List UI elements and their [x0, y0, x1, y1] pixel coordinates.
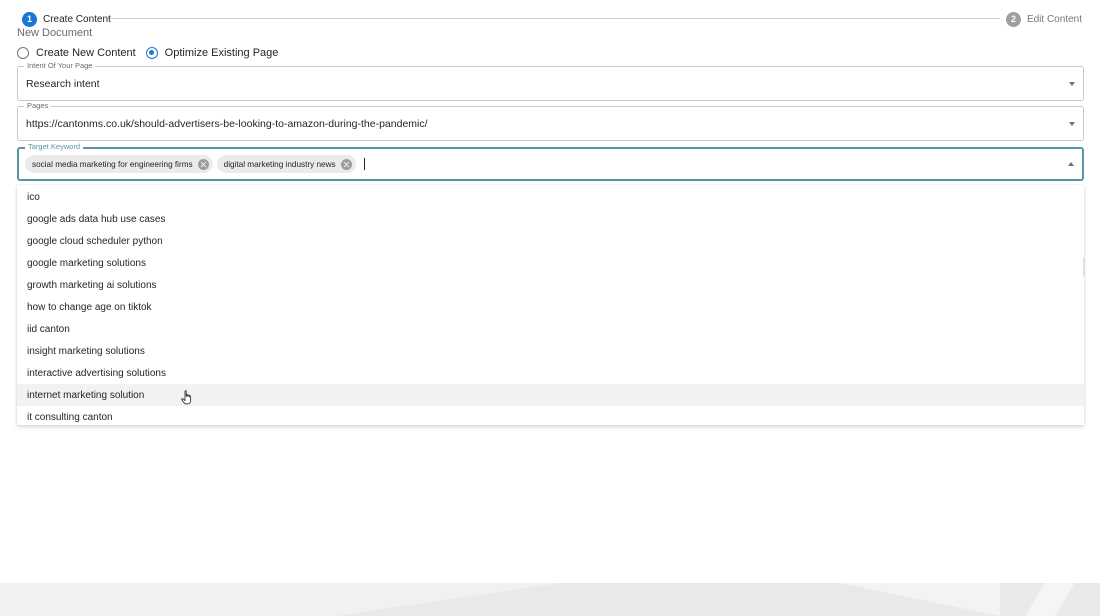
- intent-value: Research intent: [26, 77, 100, 90]
- keyword-chip[interactable]: digital marketing industry news: [216, 155, 356, 173]
- keyword-option[interactable]: google cloud scheduler python: [17, 230, 1084, 252]
- keyword-option[interactable]: ico: [17, 186, 1084, 208]
- cancel-circle-icon[interactable]: [197, 158, 209, 170]
- step-create-content[interactable]: 1 Create Content: [22, 11, 111, 27]
- keyword-option[interactable]: how to change age on tiktok: [17, 296, 1084, 318]
- caret-down-icon[interactable]: [1069, 121, 1075, 126]
- keyword-chip[interactable]: social media marketing for engineering f…: [25, 155, 213, 173]
- step-edit-content[interactable]: 2 Edit Content: [1005, 11, 1082, 27]
- radio-unchecked-icon[interactable]: [17, 47, 29, 59]
- keyword-option[interactable]: google marketing solutions: [17, 252, 1084, 274]
- pages-select[interactable]: Pages https://cantonms.co.uk/should-adve…: [17, 101, 1084, 141]
- radio-label: Create New Content: [36, 47, 136, 59]
- radio-label: Optimize Existing Page: [164, 47, 279, 59]
- background-shape: [0, 583, 560, 616]
- chip-label: social media marketing for engineering f…: [32, 159, 193, 169]
- background-shape: [840, 583, 1000, 616]
- keyword-options-listbox: ico google ads data hub use cases google…: [17, 185, 1084, 425]
- create-content-panel: 1 Create Content 2 Edit Content New Docu…: [0, 0, 1100, 583]
- page-scrollbar[interactable]: [1083, 258, 1085, 276]
- keyword-option[interactable]: interactive advertising solutions: [17, 362, 1084, 384]
- radio-optimize-existing-page[interactable]: Optimize Existing Page: [145, 47, 279, 59]
- keyword-option[interactable]: insight marketing solutions: [17, 340, 1084, 362]
- background-strip: [0, 583, 1100, 616]
- stepper: 1 Create Content 2 Edit Content: [22, 11, 1082, 27]
- keyword-option[interactable]: it consulting canton: [17, 406, 1084, 425]
- step-number-badge: 1: [22, 11, 37, 27]
- keyword-option[interactable]: growth marketing ai solutions: [17, 274, 1084, 296]
- target-keyword-autocomplete[interactable]: Target Keyword social media marketing fo…: [17, 142, 1084, 181]
- cancel-circle-icon[interactable]: [340, 158, 352, 170]
- stepper-connector: [108, 18, 1000, 19]
- radio-checked-icon[interactable]: [145, 47, 158, 59]
- keyword-input-cursor[interactable]: [363, 158, 365, 170]
- caret-up-icon[interactable]: [1068, 162, 1074, 166]
- step-label: Edit Content: [1026, 13, 1082, 25]
- intent-select[interactable]: Intent Of Your Page Research intent: [17, 61, 1084, 101]
- step-number-badge: 2: [1005, 11, 1021, 27]
- caret-down-icon[interactable]: [1069, 81, 1075, 86]
- document-title: New Document: [17, 27, 93, 39]
- pages-value: https://cantonms.co.uk/should-advertiser…: [26, 117, 428, 130]
- keyword-chips: social media marketing for engineering f…: [25, 149, 365, 179]
- keyword-option-hovered[interactable]: internet marketing solution: [17, 384, 1084, 406]
- step-label: Create Content: [43, 13, 111, 25]
- keyword-option[interactable]: google ads data hub use cases: [17, 208, 1084, 230]
- chip-label: digital marketing industry news: [223, 159, 336, 169]
- background-shape: [1025, 583, 1075, 616]
- keyword-option[interactable]: iid canton: [17, 318, 1084, 340]
- hand-pointer-icon: [181, 390, 192, 405]
- content-mode-radio-group: Create New Content Optimize Existing Pag…: [17, 46, 288, 60]
- radio-create-new-content[interactable]: Create New Content: [17, 47, 136, 59]
